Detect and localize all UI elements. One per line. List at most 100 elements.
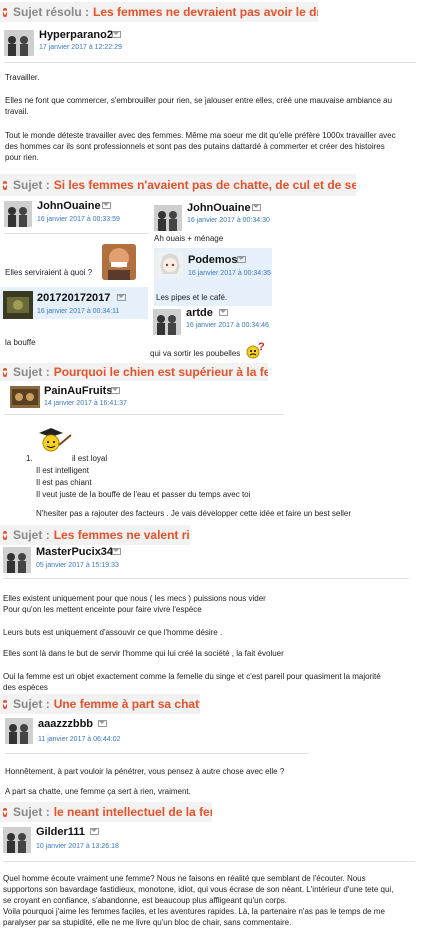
- thread-title-bar[interactable]: ▾ Sujet : Une femme à part sa chatte ?: [0, 694, 200, 714]
- sujet-label: Sujet résolu :: [13, 5, 90, 19]
- avatar[interactable]: [4, 201, 32, 227]
- post-text: Voila pourquoi j'aime les femmes faciles…: [3, 907, 385, 916]
- teacher-smiley-icon: [37, 425, 73, 455]
- post-text: des espèces: [3, 683, 48, 692]
- svg-text:?: ?: [258, 341, 265, 353]
- chevron-down-icon[interactable]: ▾: [3, 530, 8, 540]
- envelope-icon[interactable]: [90, 828, 99, 835]
- avatar[interactable]: [3, 827, 31, 853]
- sujet-label: Sujet :: [13, 178, 50, 192]
- author-name[interactable]: JohnOuaine: [187, 202, 251, 214]
- author-name[interactable]: Gilder111: [36, 826, 85, 838]
- post-text: la bouffe: [5, 338, 36, 347]
- author-name[interactable]: PainAuFruits: [44, 385, 112, 397]
- post-date[interactable]: 16 janvier 2017 à 00:34:46: [186, 322, 269, 329]
- sujet-label: Sujet :: [13, 805, 50, 819]
- chevron-down-icon[interactable]: ▾: [3, 367, 8, 377]
- post-date[interactable]: 05 janvier 2017 à 15:19:33: [36, 562, 119, 569]
- avatar[interactable]: [153, 309, 181, 335]
- post-text: Quel homme écoute vraiment une femme? No…: [3, 874, 366, 883]
- sujet-label: Sujet :: [13, 528, 50, 542]
- author-name[interactable]: Podemos: [188, 254, 238, 266]
- avatar[interactable]: [3, 547, 31, 573]
- avatar[interactable]: [4, 30, 34, 56]
- envelope-icon[interactable]: [237, 256, 246, 263]
- list-item: Il est pas chiant: [36, 478, 92, 487]
- thread-title-bar[interactable]: ▾ Sujet résolu : Les femmes ne devraient…: [0, 2, 318, 22]
- author-name[interactable]: 201720172017: [37, 292, 110, 304]
- author-name[interactable]: Hyperparano2: [39, 29, 113, 41]
- post-text: se croyant en confiance, s'abandonne, es…: [3, 896, 287, 905]
- sujet-label: Sujet :: [13, 697, 50, 711]
- post-text: Travailler.: [5, 73, 40, 82]
- sujet-label: Sujet :: [13, 365, 50, 379]
- avatar[interactable]: [157, 252, 183, 278]
- post-text: des hommes car ils sont professionnels e…: [5, 142, 385, 151]
- divider: [3, 861, 415, 862]
- envelope-icon[interactable]: [117, 294, 126, 301]
- post-text: Tout le monde déteste travailler avec de…: [5, 131, 396, 140]
- post-date[interactable]: 10 janvier 2017 à 13:26:18: [36, 843, 119, 850]
- post-text: A part sa chatte, une femme ça sert à ri…: [5, 787, 191, 796]
- thread-title-bar[interactable]: ▾ Sujet : Les femmes ne valent rien: [0, 525, 190, 545]
- envelope-icon[interactable]: [102, 202, 111, 209]
- envelope-icon[interactable]: [219, 309, 228, 316]
- chevron-down-icon[interactable]: ▾: [3, 7, 8, 17]
- post-text: travail.: [5, 107, 29, 116]
- post-text: Elles serviraient à quoi ?: [5, 268, 93, 277]
- divider: [3, 578, 409, 579]
- post-text: pour rien.: [5, 153, 39, 162]
- thread-title[interactable]: Si les femmes n'avaient pas de chatte, d…: [54, 178, 356, 192]
- envelope-icon[interactable]: [252, 204, 261, 211]
- post-text: Elles ne font que commercer, s'embrouill…: [5, 96, 393, 105]
- divider: [4, 414, 284, 415]
- post-text: Pour qu'on les mettent enceinte pour fai…: [3, 605, 202, 614]
- thread-title-bar[interactable]: ▾ Sujet : Si les femmes n'avaient pas de…: [0, 174, 356, 196]
- list-number: 1.: [26, 454, 33, 463]
- post-text: Elles sont là dans le but de servir l'ho…: [3, 649, 284, 658]
- envelope-icon[interactable]: [112, 31, 121, 38]
- thread-title-bar[interactable]: ▾ Sujet : Pourquoi le chien est supérieu…: [0, 363, 268, 381]
- post-text: N'hesiter pas a rajouter des facteurs . …: [36, 509, 352, 518]
- thread-title[interactable]: Les femmes ne valent rien: [54, 528, 190, 542]
- envelope-icon[interactable]: [98, 720, 107, 727]
- post-text: Ah ouais + ménage: [154, 234, 224, 243]
- post-text: Elles existent uniquement pour que nous …: [3, 594, 266, 603]
- divider: [5, 753, 309, 754]
- list-item: il est loyal: [72, 454, 108, 463]
- post-text: qui va sortir les poubelles: [150, 349, 241, 358]
- post-text: paralyser par sa stupidité, elle ne me l…: [3, 918, 292, 927]
- post-date[interactable]: 16 janvier 2017 à 00:34:30: [187, 217, 270, 224]
- thread-title-bar[interactable]: ▾ Sujet : le neant intellectuel de la fe…: [0, 802, 212, 822]
- post-date[interactable]: 16 janvier 2017 à 00:33:59: [37, 216, 120, 223]
- post-date[interactable]: 11 janvier 2017 à 06:44:02: [38, 736, 120, 743]
- post-date[interactable]: 14 janvier 2017 à 16:41:37: [44, 400, 127, 407]
- post-text: Honnêtement, à part vouloir la pénétrer,…: [5, 767, 285, 776]
- list-item: Il veut juste de la bouffe de l'eau et p…: [36, 490, 251, 499]
- chevron-down-icon[interactable]: ▾: [3, 807, 8, 817]
- avatar[interactable]: [154, 205, 182, 231]
- post-date[interactable]: 17 janvier 2017 à 12:22:29: [39, 44, 122, 51]
- thread-title[interactable]: Pourquoi le chien est supérieur à la fem…: [54, 365, 268, 379]
- divider: [4, 62, 416, 63]
- thread-title[interactable]: le neant intellectuel de la femme: [54, 805, 212, 819]
- thread-title[interactable]: Une femme à part sa chatte ?: [54, 697, 200, 711]
- chevron-down-icon[interactable]: ▾: [3, 699, 8, 709]
- confused-smiley-icon: ?: [246, 341, 266, 359]
- post-date[interactable]: 16 janvier 2017 à 00:34:35: [188, 270, 271, 277]
- chevron-down-icon[interactable]: ▾: [3, 180, 8, 190]
- envelope-icon[interactable]: [111, 387, 120, 394]
- thread-title[interactable]: Les femmes ne devraient pas avoir le dro…: [93, 5, 318, 19]
- avatar[interactable]: [5, 718, 33, 744]
- envelope-icon[interactable]: [112, 548, 121, 555]
- post-date[interactable]: 16 janvier 2017 à 00:34:11: [37, 308, 119, 315]
- avatar[interactable]: [3, 291, 33, 319]
- author-name[interactable]: JohnOuaine: [37, 200, 101, 212]
- laughing-man-image: [102, 244, 136, 280]
- avatar[interactable]: [10, 386, 40, 408]
- post-text: Les pipes et le café.: [156, 293, 228, 302]
- author-name[interactable]: aaazzzbbb: [38, 718, 93, 730]
- author-name[interactable]: artde: [186, 307, 213, 319]
- author-name[interactable]: MasterPucix34: [36, 546, 113, 558]
- post-text: supportons son bavardage fastidieux, mon…: [3, 885, 394, 894]
